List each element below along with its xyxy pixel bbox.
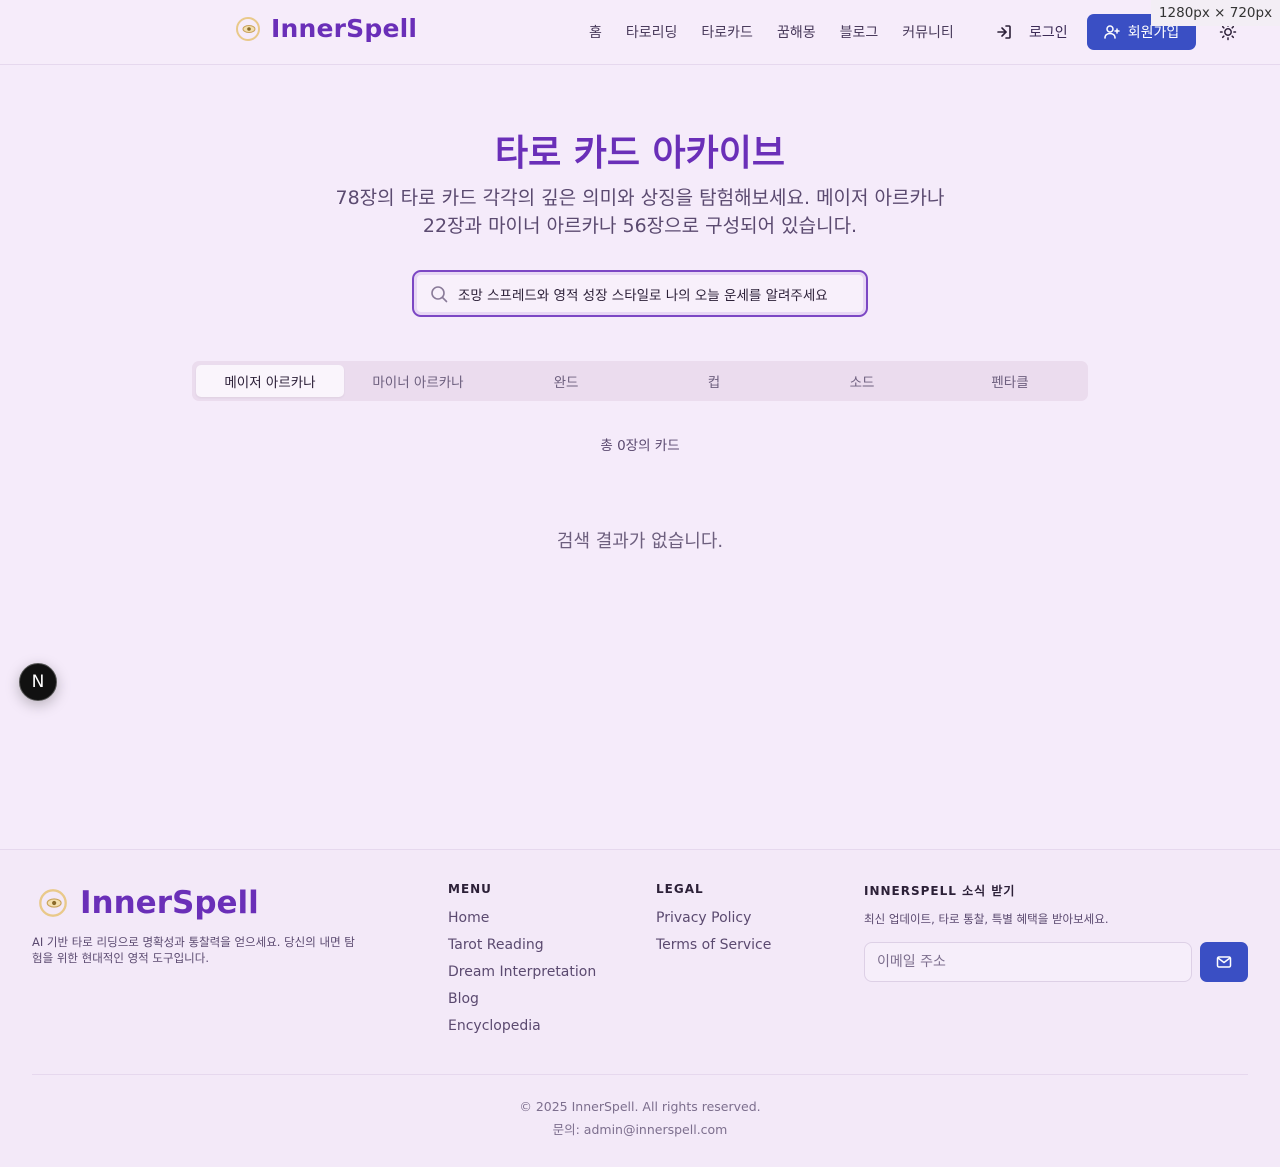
footer-description: AI 기반 타로 리딩으로 명확성과 통찰력을 얻으세요. 당신의 내면 탐험을… [32, 935, 355, 965]
nav-tarot-reading[interactable]: 타로리딩 [626, 22, 678, 42]
footer-menu-heading: MENU [448, 882, 492, 896]
footer-link-tarot-reading[interactable]: Tarot Reading [448, 937, 596, 953]
search-input[interactable] [458, 285, 858, 302]
footer-link-blog[interactable]: Blog [448, 991, 596, 1007]
tab-pentacles[interactable]: 펜타클 [936, 365, 1084, 397]
login-button[interactable]: 로그인 [995, 22, 1068, 42]
tab-swords[interactable]: 소드 [788, 365, 936, 397]
eye-moon-logo-icon [39, 889, 67, 917]
search-icon [431, 285, 448, 302]
footer-legal: LEGAL Privacy Policy Terms of Service [656, 882, 771, 964]
newsletter-heading: INNERSPELL 소식 받기 [864, 884, 1016, 898]
tab-minor-arcana[interactable]: 마이너 아르카나 [344, 365, 492, 397]
footer-divider [32, 1074, 1248, 1075]
login-label: 로그인 [1029, 25, 1068, 41]
nextjs-dev-badge[interactable]: N [19, 663, 57, 701]
tab-major-arcana[interactable]: 메이저 아르카나 [196, 365, 344, 397]
footer-link-dream[interactable]: Dream Interpretation [448, 964, 596, 980]
footer-menu: MENU Home Tarot Reading Dream Interpreta… [448, 882, 596, 1045]
footer-link-terms[interactable]: Terms of Service [656, 937, 771, 953]
site-header: InnerSpell 홈 타로리딩 타로카드 꿈해몽 블로그 커뮤니티 로그인 … [0, 0, 1280, 65]
nav-tarot-cards[interactable]: 타로카드 [701, 22, 753, 42]
mail-icon [1216, 956, 1232, 968]
tab-wands[interactable]: 완드 [492, 365, 640, 397]
subtitle-line-2: 22장과 마이너 아르카나 56장으로 구성되어 있습니다. [422, 215, 858, 237]
newsletter-email-field[interactable] [864, 942, 1192, 982]
footer-logo[interactable]: InnerSpell [38, 885, 259, 921]
site-footer: InnerSpell AI 기반 타로 리딩으로 명확성과 통찰력을 얻으세요.… [0, 849, 1280, 1167]
search-box[interactable] [412, 270, 868, 317]
newsletter-description: 최신 업데이트, 타로 통찰, 특별 혜택을 받아보세요. [864, 912, 1109, 926]
brand-logo[interactable]: InnerSpell [235, 14, 417, 43]
footer-link-encyclopedia[interactable]: Encyclopedia [448, 1018, 596, 1034]
nav-home[interactable]: 홈 [589, 22, 602, 42]
newsletter-submit-button[interactable] [1200, 942, 1248, 982]
nav-community[interactable]: 커뮤니티 [902, 22, 954, 42]
footer-legal-heading: LEGAL [656, 882, 704, 896]
footer-newsletter: INNERSPELL 소식 받기 최신 업데이트, 타로 통찰, 특별 혜택을 … [864, 882, 1109, 927]
page-subtitle: 78장의 타로 카드 각각의 깊은 의미와 상징을 탐험해보세요. 메이저 아르… [300, 184, 980, 240]
empty-results-message: 검색 결과가 없습니다. [556, 531, 724, 552]
footer-link-privacy[interactable]: Privacy Policy [656, 910, 771, 926]
user-plus-icon [1103, 25, 1120, 39]
nextjs-logo-icon: N [31, 672, 45, 692]
brand-name: InnerSpell [271, 14, 418, 43]
subtitle-line-1: 78장의 타로 카드 각각의 깊은 의미와 상징을 탐험해보세요. 메이저 아르… [335, 187, 945, 209]
nav-blog[interactable]: 블로그 [840, 22, 879, 42]
card-count: 총 0장의 카드 [600, 438, 680, 454]
main-nav: 홈 타로리딩 타로카드 꿈해몽 블로그 커뮤니티 [589, 22, 954, 42]
eye-moon-logo-icon [236, 16, 260, 41]
tab-cups[interactable]: 컵 [640, 365, 788, 397]
card-category-tabs: 메이저 아르카나 마이너 아르카나 완드 컵 소드 펜타클 [192, 361, 1088, 401]
newsletter-email-input[interactable] [877, 954, 1177, 970]
copyright-text: © 2025 InnerSpell. All rights reserved. [519, 1099, 761, 1114]
footer-link-home[interactable]: Home [448, 910, 596, 926]
page-title: 타로 카드 아카이브 [494, 133, 786, 174]
login-icon [997, 25, 1011, 39]
footer-brand-name: InnerSpell [80, 885, 259, 921]
contact-email[interactable]: 문의: admin@innerspell.com [0, 1119, 1280, 1138]
nav-dream[interactable]: 꿈해몽 [777, 22, 816, 42]
viewport-size-badge: 1280px × 720px [1151, 0, 1280, 26]
